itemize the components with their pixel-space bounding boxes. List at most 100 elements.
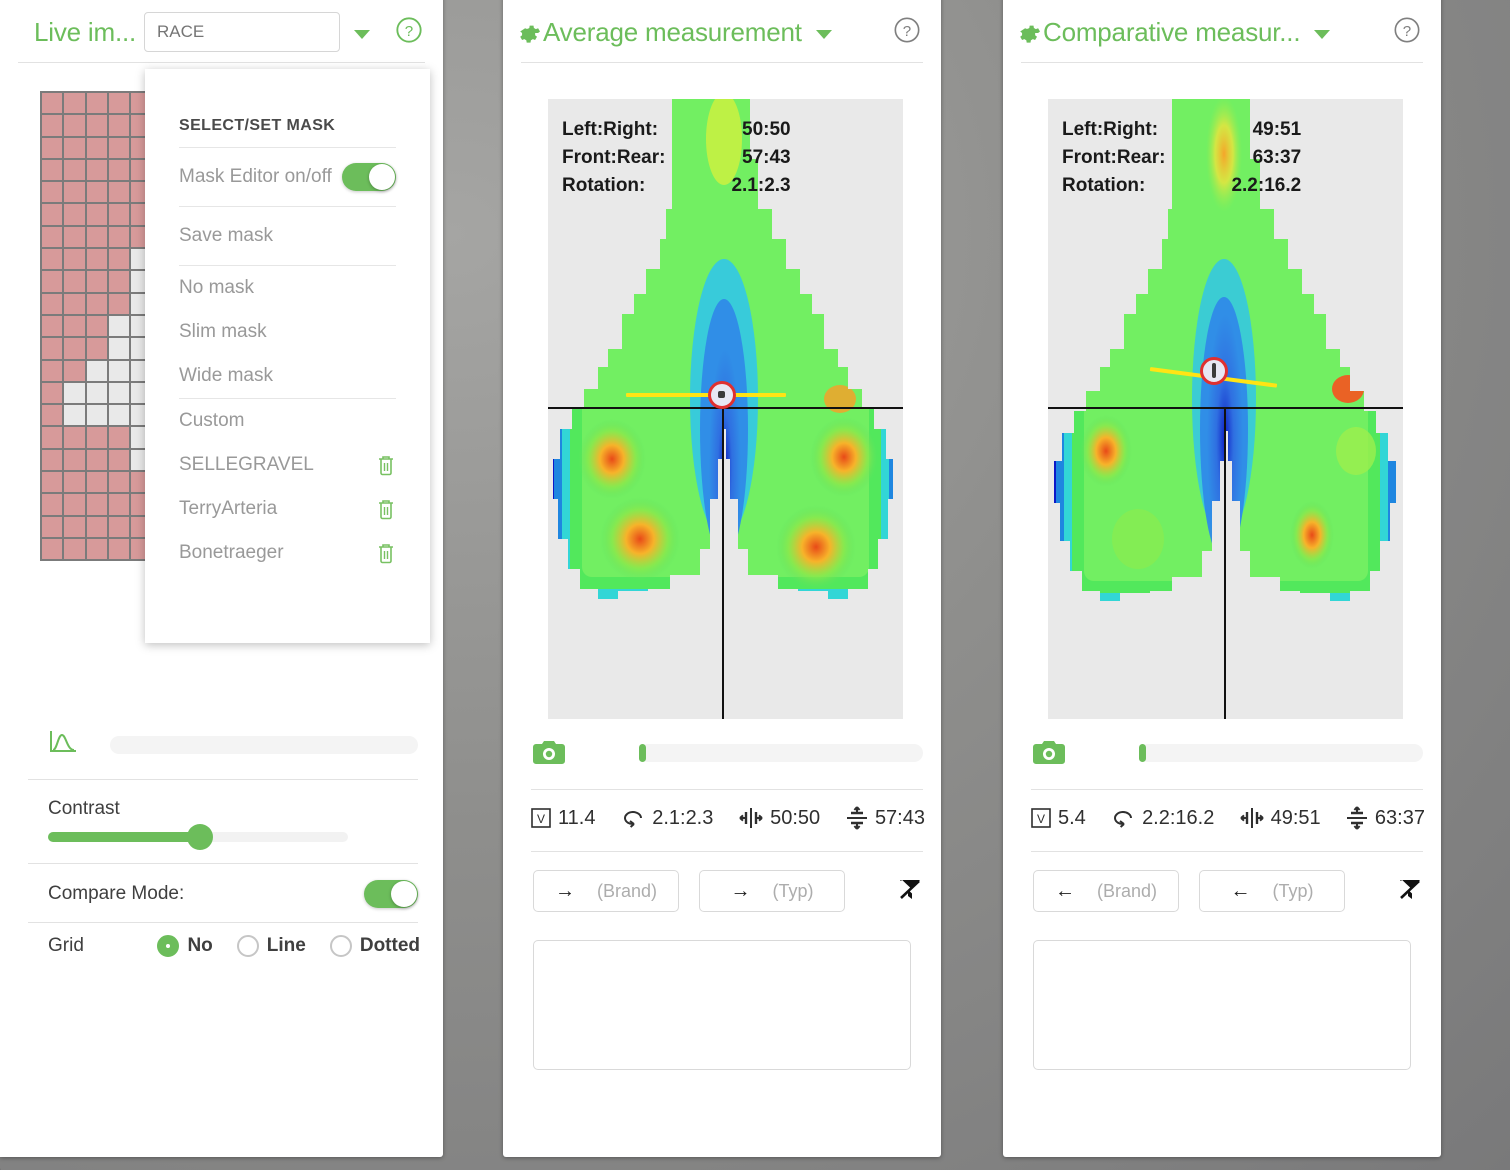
mask-grid-cell[interactable] — [39, 113, 65, 138]
capture-slider-thumb[interactable] — [639, 744, 646, 762]
help-circle-icon[interactable]: ? — [395, 16, 423, 49]
mask-grid-cell[interactable] — [106, 447, 132, 473]
mask-grid-cell[interactable] — [84, 514, 109, 539]
pressure-heatmap-comparative[interactable]: Left:Right: 49:51 Front:Rear: 63:37 Rota… — [1048, 99, 1403, 719]
mask-grid-cell[interactable] — [62, 113, 87, 138]
mask-grid-cell[interactable] — [84, 313, 109, 339]
mask-grid-cell[interactable] — [84, 447, 109, 473]
mask-grid-cell[interactable] — [84, 113, 109, 138]
mask-grid-cell[interactable] — [106, 180, 132, 205]
mask-grid-cell[interactable] — [62, 425, 87, 450]
mask-grid-cell[interactable] — [39, 514, 65, 539]
mask-grid-cell[interactable] — [39, 90, 65, 116]
mask-grid-cell[interactable] — [106, 536, 132, 562]
clear-filter-icon[interactable] — [895, 874, 925, 909]
notes-textarea[interactable] — [1033, 940, 1411, 1070]
brand-nav-button[interactable]: ← (Brand) — [1033, 870, 1179, 912]
mask-grid-cell[interactable] — [62, 447, 87, 473]
mask-grid-cell[interactable] — [39, 247, 65, 272]
mask-grid-cell[interactable] — [39, 447, 65, 473]
mask-grid-cell[interactable] — [39, 470, 65, 495]
mask-grid-cell[interactable] — [62, 380, 87, 406]
custom-mask-item[interactable]: TerryArteria — [179, 487, 396, 531]
mask-grid-cell[interactable] — [84, 180, 109, 205]
mask-grid-cell[interactable] — [84, 380, 109, 406]
mask-grid-cell[interactable] — [106, 113, 132, 138]
trash-icon[interactable] — [376, 454, 396, 476]
mask-grid-cell[interactable] — [62, 358, 87, 383]
custom-mask-item[interactable]: Bonetraeger — [179, 531, 396, 575]
grid-option-dotted-radio[interactable] — [329, 935, 352, 957]
mask-editor-toggle[interactable] — [342, 163, 396, 191]
mask-grid-cell[interactable] — [106, 247, 132, 272]
mask-grid-cell[interactable] — [84, 135, 109, 160]
mask-grid-cell[interactable] — [84, 470, 109, 495]
type-nav-button[interactable]: ← (Typ) — [1199, 870, 1345, 912]
mask-grid-cell[interactable] — [106, 380, 132, 406]
clear-filter-icon[interactable] — [1395, 874, 1425, 909]
mask-grid-cell[interactable] — [62, 90, 87, 116]
gear-icon[interactable] — [1017, 20, 1041, 44]
mask-grid-cell[interactable] — [84, 492, 109, 517]
mask-grid-cell[interactable] — [106, 470, 132, 495]
mask-grid-cell[interactable] — [39, 380, 65, 406]
mask-grid-cell[interactable] — [62, 157, 87, 183]
center-of-pressure-marker[interactable] — [708, 381, 736, 409]
capture-slider-thumb[interactable] — [1139, 744, 1146, 762]
mask-grid-cell[interactable] — [39, 224, 65, 250]
brand-nav-button[interactable]: → (Brand) — [533, 870, 679, 912]
mask-grid-cell[interactable] — [84, 269, 109, 294]
mask-grid-cell[interactable] — [106, 313, 132, 339]
mask-grid-cell[interactable] — [106, 425, 132, 450]
contrast-slider-thumb[interactable] — [187, 824, 213, 850]
chevron-down-icon[interactable] — [815, 29, 832, 39]
custom-mask-item[interactable]: SELLEGRAVEL — [179, 443, 396, 487]
mask-preset-no-mask[interactable]: No mask — [179, 266, 396, 310]
mask-grid-cell[interactable] — [39, 425, 65, 450]
chevron-down-icon[interactable] — [354, 29, 371, 39]
mask-grid-cell[interactable] — [106, 336, 132, 361]
mask-grid-cell[interactable] — [62, 180, 87, 205]
mask-grid-cell[interactable] — [84, 425, 109, 450]
camera-icon[interactable] — [1033, 740, 1065, 766]
mask-grid-cell[interactable] — [39, 157, 65, 183]
mask-preset-slim-mask[interactable]: Slim mask — [179, 310, 396, 354]
mask-grid-cell[interactable] — [106, 224, 132, 250]
mask-grid-cell[interactable] — [62, 224, 87, 250]
mask-grid-cell[interactable] — [62, 336, 87, 361]
mask-grid-cell[interactable] — [106, 358, 132, 383]
mask-grid-cell[interactable] — [106, 157, 132, 183]
mask-grid-cell[interactable] — [84, 291, 109, 316]
mask-grid-cell[interactable] — [106, 492, 132, 517]
mask-grid-cell[interactable] — [106, 135, 132, 160]
mask-grid-cell[interactable] — [39, 536, 65, 562]
grid-option-line-radio[interactable] — [236, 935, 259, 957]
mask-grid-cell[interactable] — [84, 202, 109, 227]
camera-icon[interactable] — [533, 740, 565, 766]
mask-grid-cell[interactable] — [39, 180, 65, 205]
gear-icon[interactable] — [517, 20, 541, 44]
mask-grid-cell[interactable] — [84, 247, 109, 272]
mask-grid-cell[interactable] — [106, 291, 132, 316]
mask-grid-cell[interactable] — [39, 403, 65, 428]
trash-icon[interactable] — [376, 542, 396, 564]
mask-grid-cell[interactable] — [39, 291, 65, 316]
mask-grid-cell[interactable] — [84, 403, 109, 428]
chevron-down-icon[interactable] — [1314, 29, 1331, 39]
mask-grid-cell[interactable] — [106, 202, 132, 227]
mask-grid-cell[interactable] — [39, 269, 65, 294]
type-nav-button[interactable]: → (Typ) — [699, 870, 845, 912]
mask-grid-cell[interactable] — [62, 313, 87, 339]
mask-grid-cell[interactable] — [106, 403, 132, 428]
mask-grid-cell[interactable] — [62, 514, 87, 539]
mask-grid-cell[interactable] — [39, 358, 65, 383]
mask-grid-cell[interactable] — [62, 269, 87, 294]
mask-grid-cell[interactable] — [62, 247, 87, 272]
mask-editor-toggle-row[interactable]: Mask Editor on/off — [179, 148, 396, 206]
mask-grid-cell[interactable] — [62, 135, 87, 160]
mask-grid-cell[interactable] — [84, 157, 109, 183]
mask-grid-cell[interactable] — [84, 224, 109, 250]
mask-grid-cell[interactable] — [84, 536, 109, 562]
help-circle-icon[interactable]: ? — [893, 16, 921, 49]
mask-grid-cell[interactable] — [39, 492, 65, 517]
